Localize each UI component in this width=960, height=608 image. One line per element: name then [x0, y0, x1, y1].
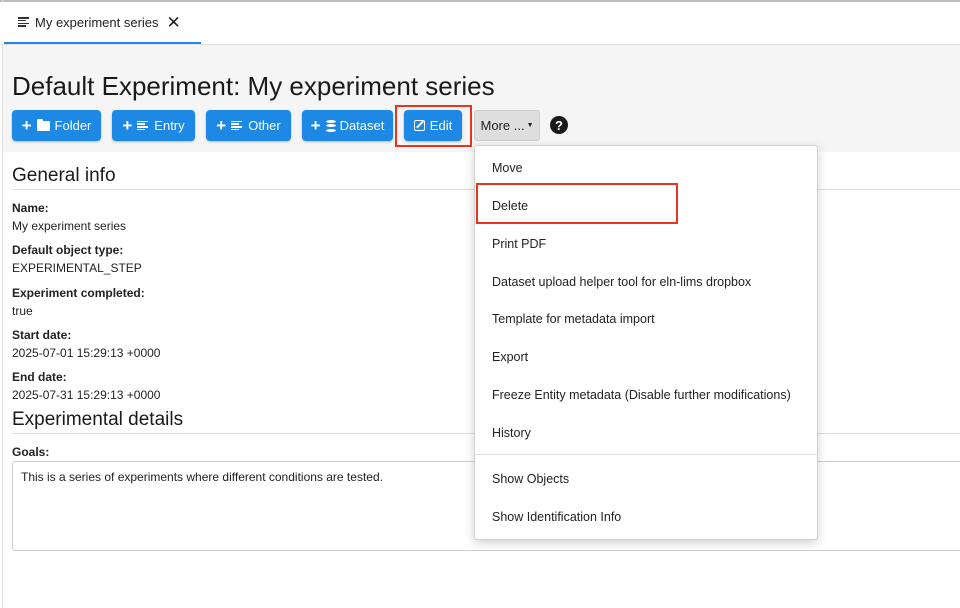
add-entry-button[interactable]: + Entry [112, 110, 195, 141]
default-object-type-label: Default object type: [12, 243, 124, 257]
list-icon [231, 120, 243, 131]
edit-label: Edit [429, 118, 453, 133]
add-dataset-button[interactable]: + Dataset [302, 110, 393, 141]
plus-icon: + [310, 116, 321, 135]
edit-icon [413, 120, 425, 131]
menu-item-dataset-upload-helper[interactable]: Dataset upload helper tool for eln-lims … [492, 275, 751, 289]
menu-item-print-pdf[interactable]: Print PDF [492, 237, 546, 251]
add-dataset-label: Dataset [339, 118, 385, 133]
menu-item-export[interactable]: Export [492, 350, 528, 364]
add-folder-label: Folder [54, 118, 92, 133]
menu-item-show-objects[interactable]: Show Objects [492, 472, 569, 486]
name-label: Name: [12, 201, 49, 215]
database-icon [325, 119, 336, 132]
caret-down-icon: ▼ [526, 122, 534, 129]
more-label: More ... [480, 118, 525, 133]
experiment-completed-label: Experiment completed: [12, 286, 145, 300]
list-icon [18, 17, 29, 27]
experiment-completed-value: true [12, 304, 33, 318]
general-info-heading: General info [12, 165, 116, 186]
add-folder-button[interactable]: + Folder [12, 110, 101, 141]
help-icon[interactable]: ? [550, 116, 568, 134]
menu-item-show-identification-info[interactable]: Show Identification Info [492, 510, 621, 524]
add-entry-label: Entry [154, 118, 185, 133]
goals-value: This is a series of experiments where di… [21, 470, 383, 484]
plus-icon: + [122, 116, 133, 135]
more-dropdown-button[interactable]: More ... ▼ [474, 110, 540, 141]
experimental-details-heading: Experimental details [12, 409, 184, 430]
start-date-label: Start date: [12, 328, 72, 342]
edit-button[interactable]: Edit [404, 110, 462, 141]
tab-bar: My experiment series ✕ [0, 2, 960, 45]
menu-item-freeze-entity[interactable]: Freeze Entity metadata (Disable further … [492, 388, 791, 402]
name-value: My experiment series [12, 219, 127, 233]
menu-item-metadata-template[interactable]: Template for metadata import [492, 312, 655, 326]
page-title: Default Experiment: My experiment series [12, 71, 495, 101]
plus-icon: + [216, 116, 227, 135]
goals-label: Goals: [12, 445, 50, 459]
close-icon[interactable]: ✕ [167, 14, 181, 31]
more-dropdown-menu: Move Delete Print PDF Dataset upload hel… [474, 145, 818, 540]
start-date-value: 2025-07-01 15:29:13 +0000 [12, 346, 161, 360]
default-object-type-value: EXPERIMENTAL_STEP [12, 261, 142, 275]
plus-icon: + [21, 116, 32, 135]
list-icon [137, 120, 149, 131]
folder-icon [36, 118, 50, 131]
menu-item-history[interactable]: History [492, 426, 531, 440]
end-date-value: 2025-07-31 15:29:13 +0000 [12, 388, 161, 402]
end-date-label: End date: [12, 370, 67, 384]
tab-label: My experiment series [35, 14, 159, 30]
add-other-label: Other [248, 118, 281, 133]
menu-item-move[interactable]: Move [492, 161, 523, 175]
menu-item-delete[interactable]: Delete [492, 199, 528, 213]
menu-divider [475, 454, 817, 455]
add-other-button[interactable]: + Other [206, 110, 291, 141]
tab-my-experiment-series[interactable]: My experiment series ✕ [4, 2, 201, 44]
